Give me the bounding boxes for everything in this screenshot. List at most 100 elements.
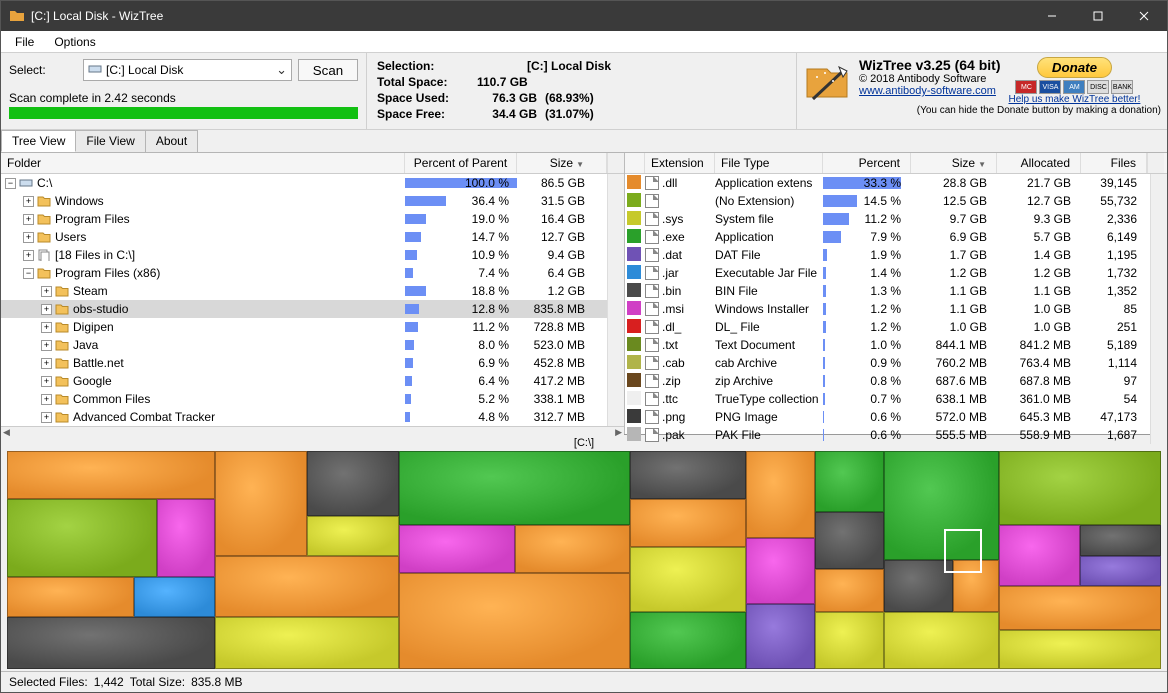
tree-row[interactable]: +Advanced Combat Tracker4.8 %312.7 MB: [1, 408, 607, 426]
expander-icon[interactable]: +: [41, 322, 52, 333]
ext-row[interactable]: .pngPNG Image0.6 %572.0 MB645.3 MB47,173: [625, 408, 1150, 426]
expander-icon[interactable]: +: [41, 412, 52, 423]
ext-vscroll[interactable]: [1150, 174, 1167, 444]
ext-header-type[interactable]: File Type: [715, 153, 823, 173]
expander-icon[interactable]: +: [41, 394, 52, 405]
treemap-block[interactable]: [999, 586, 1161, 630]
tree-header-size[interactable]: Size▼: [517, 153, 607, 173]
treemap-block[interactable]: [999, 451, 1161, 525]
treemap-block[interactable]: [1080, 556, 1161, 587]
treemap-block[interactable]: [630, 451, 745, 499]
tree-row[interactable]: +[18 Files in C:\]10.9 %9.4 GB: [1, 246, 607, 264]
treemap-block[interactable]: [215, 617, 400, 669]
ext-row[interactable]: .binBIN File1.3 %1.1 GB1.1 GB1,352: [625, 282, 1150, 300]
ext-row[interactable]: .dllApplication extens33.3 %28.8 GB21.7 …: [625, 174, 1150, 192]
donate-button[interactable]: Donate: [1037, 57, 1112, 78]
ext-row[interactable]: .pakPAK File0.6 %555.5 MB558.9 MB1,687: [625, 426, 1150, 444]
tree-row[interactable]: +Steam18.8 %1.2 GB: [1, 282, 607, 300]
tree-row[interactable]: −C:\100.0 %86.5 GB: [1, 174, 607, 192]
ext-row[interactable]: .zipzip Archive0.8 %687.6 MB687.8 MB97: [625, 372, 1150, 390]
expander-icon[interactable]: +: [41, 286, 52, 297]
expander-icon[interactable]: +: [23, 232, 34, 243]
treemap-block[interactable]: [215, 556, 400, 617]
treemap-block[interactable]: [157, 499, 215, 577]
tree-row[interactable]: +Google6.4 %417.2 MB: [1, 372, 607, 390]
ext-row[interactable]: .dl_DL_ File1.2 %1.0 GB1.0 GB251: [625, 318, 1150, 336]
treemap-block[interactable]: [815, 569, 884, 613]
close-button[interactable]: [1121, 1, 1167, 31]
treemap[interactable]: [7, 451, 1161, 669]
ext-row[interactable]: .sysSystem file11.2 %9.7 GB9.3 GB2,336: [625, 210, 1150, 228]
scroll-right-icon[interactable]: ▶: [615, 427, 622, 438]
ext-body[interactable]: .dllApplication extens33.3 %28.8 GB21.7 …: [625, 174, 1150, 444]
tab-about[interactable]: About: [145, 130, 198, 152]
treemap-block[interactable]: [746, 604, 815, 669]
maximize-button[interactable]: [1075, 1, 1121, 31]
drive-select[interactable]: [C:] Local Disk ⌄: [83, 59, 292, 81]
ext-header-ext[interactable]: Extension: [645, 153, 715, 173]
treemap-block[interactable]: [630, 547, 745, 612]
ext-row[interactable]: .cabcab Archive0.9 %760.2 MB763.4 MB1,11…: [625, 354, 1150, 372]
expander-icon[interactable]: −: [23, 268, 34, 279]
treemap-block[interactable]: [815, 612, 884, 669]
ext-row[interactable]: .txtText Document1.0 %844.1 MB841.2 MB5,…: [625, 336, 1150, 354]
treemap-block[interactable]: [999, 525, 1080, 586]
tab-file-view[interactable]: File View: [75, 130, 145, 152]
ext-header-color[interactable]: [625, 153, 645, 173]
treemap-block[interactable]: [215, 451, 307, 556]
ext-row[interactable]: .ttcTrueType collection0.7 %638.1 MB361.…: [625, 390, 1150, 408]
treemap-block[interactable]: [815, 451, 884, 512]
ext-row[interactable]: (No Extension)14.5 %12.5 GB12.7 GB55,732: [625, 192, 1150, 210]
treemap-block[interactable]: [7, 577, 134, 616]
scroll-left-icon[interactable]: ◀: [3, 427, 10, 438]
treemap-block[interactable]: [7, 617, 215, 669]
scan-button[interactable]: Scan: [298, 59, 358, 81]
treemap-block[interactable]: [746, 451, 815, 538]
treemap-block[interactable]: [399, 525, 514, 573]
treemap-block[interactable]: [884, 560, 953, 612]
tree-row[interactable]: +Program Files19.0 %16.4 GB: [1, 210, 607, 228]
expander-icon[interactable]: +: [23, 214, 34, 225]
expander-icon[interactable]: +: [23, 196, 34, 207]
tree-row[interactable]: +Battle.net6.9 %452.8 MB: [1, 354, 607, 372]
treemap-block[interactable]: [307, 516, 399, 555]
treemap-block[interactable]: [630, 612, 745, 669]
tree-row[interactable]: +Common Files5.2 %338.1 MB: [1, 390, 607, 408]
tree-row[interactable]: +Java8.0 %523.0 MB: [1, 336, 607, 354]
tree-header-folder[interactable]: Folder: [1, 153, 405, 173]
expander-icon[interactable]: −: [5, 178, 16, 189]
treemap-block[interactable]: [7, 451, 215, 499]
menu-options[interactable]: Options: [46, 33, 103, 51]
treemap-block[interactable]: [1080, 525, 1161, 556]
treemap-block[interactable]: [399, 451, 630, 525]
expander-icon[interactable]: +: [23, 250, 34, 261]
treemap-block[interactable]: [999, 630, 1161, 669]
treemap-block[interactable]: [746, 538, 815, 603]
tree-row[interactable]: −Program Files (x86)7.4 %6.4 GB: [1, 264, 607, 282]
treemap-block[interactable]: [399, 573, 630, 669]
ext-header-alloc[interactable]: Allocated: [997, 153, 1081, 173]
treemap-block[interactable]: [7, 499, 157, 577]
tree-row[interactable]: +obs-studio12.8 %835.8 MB: [1, 300, 607, 318]
expander-icon[interactable]: +: [41, 358, 52, 369]
tree-body[interactable]: −C:\100.0 %86.5 GB+Windows36.4 %31.5 GB+…: [1, 174, 607, 426]
ext-header-size[interactable]: Size▼: [911, 153, 997, 173]
menu-file[interactable]: File: [7, 33, 42, 51]
website-link[interactable]: www.antibody-software.com: [859, 85, 1000, 97]
ext-header-pct[interactable]: Percent: [823, 153, 911, 173]
expander-icon[interactable]: +: [41, 304, 52, 315]
tree-row[interactable]: +Users14.7 %12.7 GB: [1, 228, 607, 246]
ext-row[interactable]: .exeApplication7.9 %6.9 GB5.7 GB6,149: [625, 228, 1150, 246]
tree-header-pct[interactable]: Percent of Parent: [405, 153, 517, 173]
expander-icon[interactable]: +: [41, 340, 52, 351]
tree-hscroll[interactable]: ◀▶: [1, 426, 624, 438]
ext-header-files[interactable]: Files: [1081, 153, 1147, 173]
treemap-block[interactable]: [515, 525, 630, 573]
help-link[interactable]: Help us make WizTree better!: [1008, 94, 1140, 105]
treemap-block[interactable]: [815, 512, 884, 569]
ext-row[interactable]: .jarExecutable Jar File1.4 %1.2 GB1.2 GB…: [625, 264, 1150, 282]
expander-icon[interactable]: +: [41, 376, 52, 387]
tree-row[interactable]: +Windows36.4 %31.5 GB: [1, 192, 607, 210]
tab-tree-view[interactable]: Tree View: [1, 130, 76, 152]
treemap-block[interactable]: [630, 499, 745, 547]
